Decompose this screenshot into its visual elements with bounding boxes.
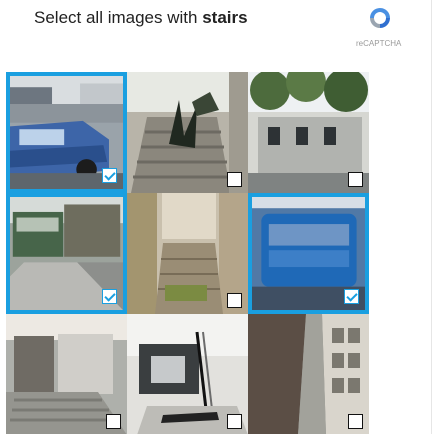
tile-checkbox[interactable] — [227, 414, 242, 429]
tile-checkbox[interactable] — [102, 168, 117, 183]
recaptcha-logo-icon — [370, 8, 390, 28]
tile-checkbox[interactable] — [344, 289, 359, 304]
image-tile-7[interactable] — [6, 314, 127, 434]
recaptcha-label: reCAPTCHA — [356, 39, 402, 48]
instruction-prefix: Select all images with — [34, 8, 198, 27]
image-tile-3[interactable] — [248, 72, 369, 193]
instruction-text: Select all images with stairs — [34, 8, 248, 28]
image-tile-9[interactable] — [248, 314, 369, 434]
tile-checkbox[interactable] — [102, 289, 117, 304]
image-grid — [6, 72, 370, 434]
image-tile-6[interactable] — [248, 193, 369, 314]
tile-checkbox[interactable] — [348, 172, 363, 187]
image-tile-4[interactable] — [6, 193, 127, 314]
image-tile-5[interactable] — [127, 193, 248, 314]
tile-checkbox[interactable] — [227, 172, 242, 187]
image-tile-1[interactable] — [6, 72, 127, 193]
divider — [431, 0, 432, 434]
instruction-target: stairs — [202, 8, 248, 27]
tile-checkbox[interactable] — [348, 414, 363, 429]
tile-checkbox[interactable] — [227, 293, 242, 308]
image-tile-2[interactable] — [127, 72, 248, 193]
challenge-header: Select all images with stairs reCAPTCHA — [0, 0, 434, 60]
image-tile-8[interactable] — [127, 314, 248, 434]
tile-checkbox[interactable] — [106, 414, 121, 429]
